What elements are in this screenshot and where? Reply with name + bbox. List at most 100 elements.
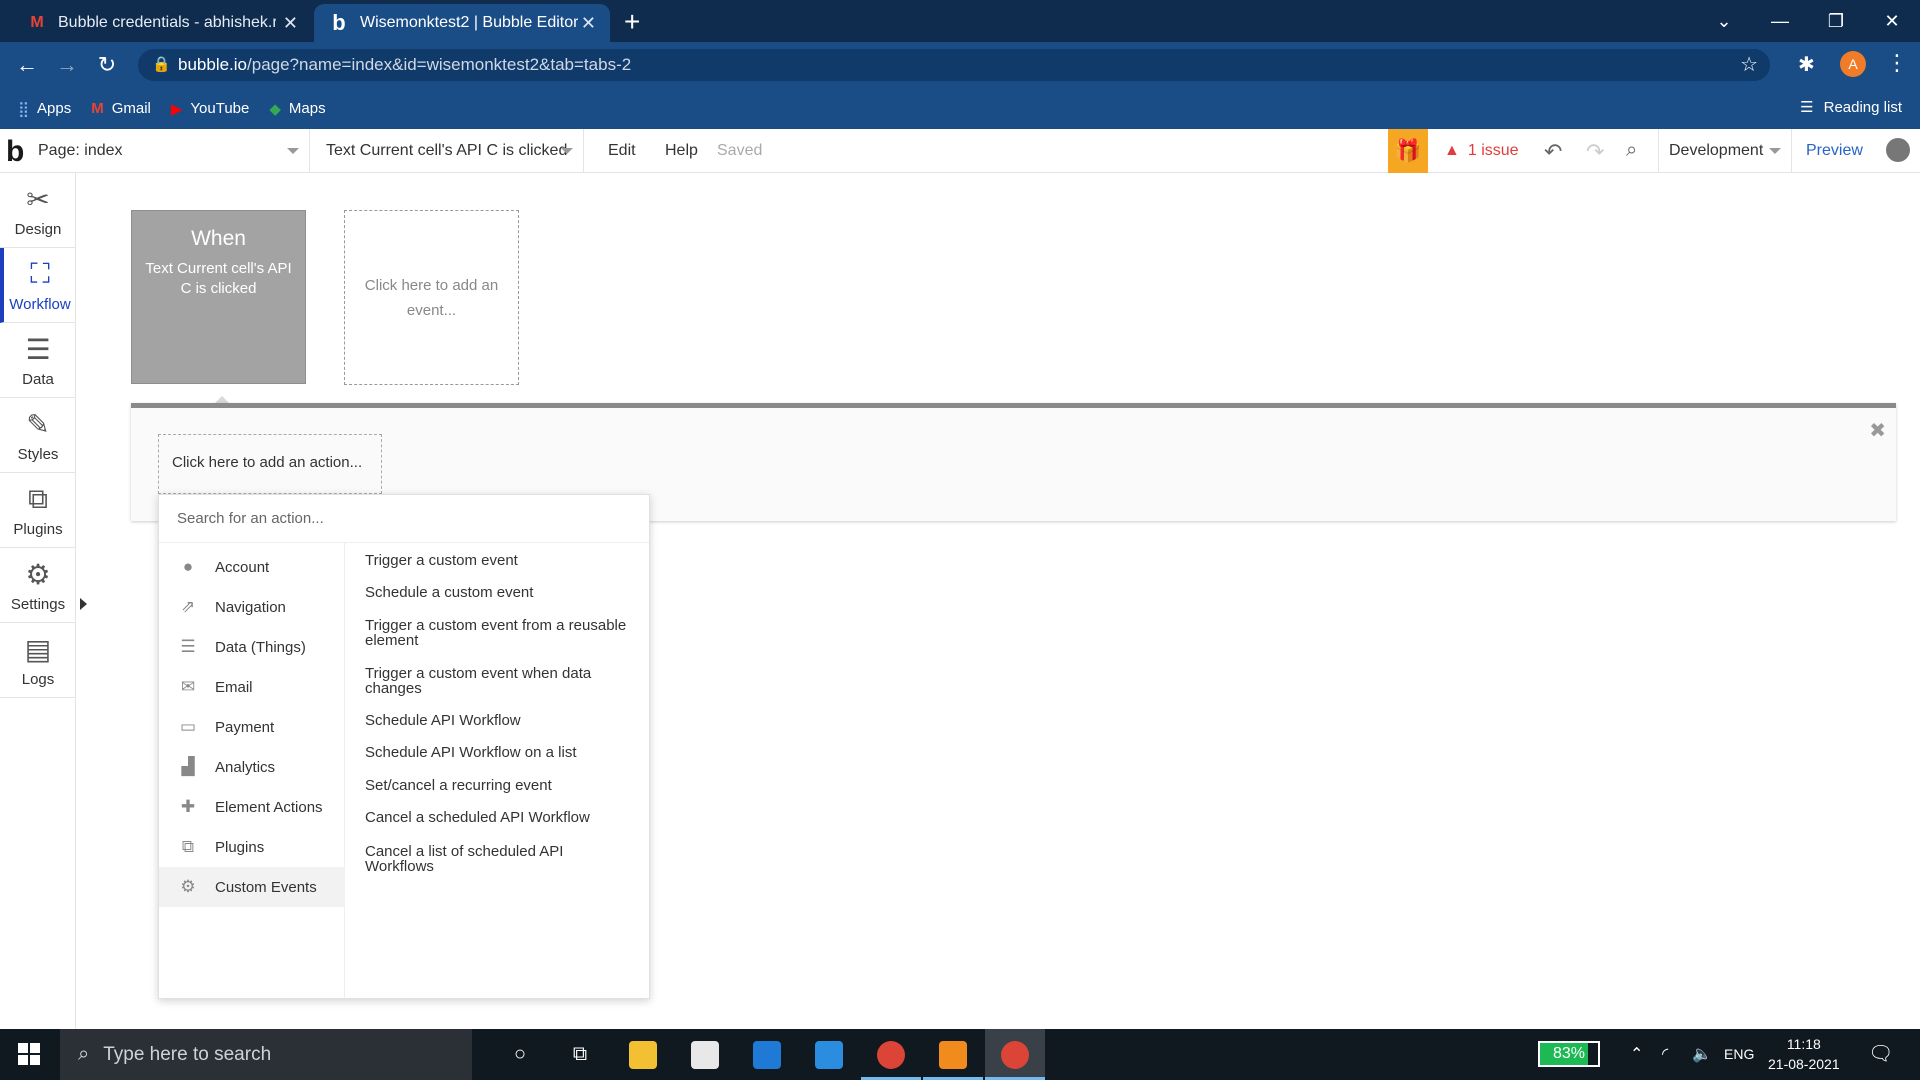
address-bar[interactable]: 🔒 bubble.io/page?name=index&id=wisemonkt… — [138, 49, 1770, 81]
menu-help[interactable]: Help — [665, 142, 698, 160]
action-item[interactable]: Trigger a custom event when data changes — [365, 666, 635, 696]
sublime-app[interactable] — [923, 1029, 983, 1080]
action-item[interactable]: Trigger a custom event — [365, 553, 635, 568]
close-icon[interactable]: ✕ — [581, 13, 596, 34]
sidebar-item-settings[interactable]: ⚙ Settings — [0, 548, 76, 623]
plugins-icon: ⧉ — [181, 837, 195, 856]
sidebar-item-logs[interactable]: ▤ Logs — [0, 623, 76, 698]
bookmark-maps[interactable]: ◆ Maps — [269, 100, 325, 118]
event-card[interactable]: When Text Current cell's API C is clicke… — [131, 210, 306, 384]
redo-icon[interactable]: ↷ — [1586, 139, 1604, 165]
event-selector[interactable]: Text Current cell's API C is clicked — [316, 129, 584, 173]
profile-avatar[interactable]: A — [1840, 51, 1866, 77]
bookmark-star-icon[interactable]: ☆ — [1740, 52, 1758, 77]
close-icon[interactable]: ✖ — [1869, 418, 1886, 443]
action-item[interactable]: Trigger a custom event from a reusable e… — [365, 618, 635, 648]
search-icon: ⌕ — [78, 1043, 90, 1065]
category-plugins[interactable]: ⧉ Plugins — [159, 827, 345, 867]
undo-icon[interactable]: ↶ — [1544, 139, 1562, 165]
tab-bubble-editor[interactable]: b Wisemonktest2 | Bubble Editor ✕ — [314, 4, 610, 42]
minimize-icon[interactable]: — — [1752, 11, 1808, 32]
category-label: Account — [215, 558, 270, 576]
tab-gmail[interactable]: M Bubble credentials - abhishek.ran ✕ — [12, 4, 312, 42]
cortana-icon[interactable]: ○ — [505, 1039, 535, 1069]
menu-edit[interactable]: Edit — [608, 142, 636, 160]
forward-icon[interactable]: → — [52, 50, 82, 80]
sidebar-item-label: Workflow — [9, 296, 71, 313]
preview-link[interactable]: Preview — [1806, 142, 1863, 160]
close-icon[interactable]: ✕ — [283, 13, 298, 34]
tab-search-icon[interactable]: ⌄ — [1696, 11, 1752, 32]
l-app[interactable] — [799, 1029, 859, 1080]
file-explorer-app[interactable] — [613, 1029, 673, 1080]
search-icon[interactable]: ⌕ — [1626, 139, 1637, 162]
category-payment[interactable]: ▭ Payment — [159, 707, 345, 747]
taskbar-search-placeholder: Type here to search — [103, 1043, 272, 1065]
add-event-placeholder[interactable]: Click here to add an event... — [344, 210, 519, 385]
category-analytics[interactable]: ▟ Analytics — [159, 747, 345, 787]
sidebar-item-workflow[interactable]: ⛶ Workflow — [0, 248, 76, 323]
page-selector[interactable]: Page: index — [38, 129, 310, 173]
task-view-icon[interactable]: ⧉ — [565, 1039, 595, 1069]
taskbar-search[interactable]: ⌕ Type here to search — [60, 1029, 472, 1080]
action-item[interactable]: Schedule API Workflow on a list — [365, 745, 635, 760]
issues-indicator[interactable]: ▲ 1 issue — [1444, 142, 1519, 160]
chrome-app[interactable] — [861, 1029, 921, 1080]
category-data[interactable]: ☰ Data (Things) — [159, 627, 345, 667]
windows-start-icon[interactable] — [18, 1043, 40, 1065]
category-custom-events[interactable]: ⚙ Custom Events — [159, 867, 345, 907]
taskbar-clock[interactable]: 11:18 21-08-2021 — [1768, 1034, 1840, 1074]
chevron-down-icon — [561, 148, 573, 154]
sidebar-item-plugins[interactable]: ⧉ Plugins — [0, 473, 76, 548]
action-item[interactable]: Cancel a list of scheduled API Workflows — [365, 844, 635, 874]
sidebar-item-design[interactable]: ✂ Design — [0, 173, 76, 248]
sublime-icon — [939, 1041, 967, 1069]
action-item[interactable]: Set/cancel a recurring event — [365, 778, 635, 793]
reload-icon[interactable]: ↻ — [92, 50, 122, 80]
mail-app[interactable] — [737, 1029, 797, 1080]
editor-sidebar: ✂ Design ⛶ Workflow ☰ Data ✎ Styles ⧉ Pl… — [0, 173, 87, 1029]
reading-list-button[interactable]: ☰ Reading list — [1800, 98, 1902, 117]
add-action-button[interactable]: Click here to add an action... — [158, 434, 382, 494]
bookmark-youtube[interactable]: ▶ YouTube — [171, 100, 250, 118]
account-icon[interactable] — [1886, 138, 1910, 162]
bubble-logo-icon[interactable]: b — [6, 135, 24, 169]
chevron-up-icon[interactable]: ⌃ — [1630, 1044, 1643, 1064]
chrome-menu-icon[interactable]: ⋮ — [1886, 50, 1908, 76]
action-item[interactable]: Schedule a custom event — [365, 585, 635, 600]
chrome-profile-app[interactable] — [985, 1029, 1045, 1080]
sidebar-item-label: Logs — [21, 671, 55, 688]
warning-icon: ▲ — [1444, 142, 1460, 159]
sidebar-item-styles[interactable]: ✎ Styles — [0, 398, 76, 473]
language-indicator[interactable]: ENG — [1724, 1046, 1754, 1062]
category-label: Plugins — [215, 838, 265, 856]
extensions-icon[interactable]: ✱ — [1798, 52, 1815, 77]
sidebar-expand-arrow-icon[interactable] — [80, 598, 87, 610]
category-element-actions[interactable]: ✚ Element Actions — [159, 787, 345, 827]
category-email[interactable]: ✉ Email — [159, 667, 345, 707]
chrome-icon — [1001, 1041, 1029, 1069]
new-tab-button[interactable]: + — [624, 6, 640, 38]
category-account[interactable]: ● Account — [159, 547, 345, 587]
action-picker: ● Account ⇗ Navigation ☰ Data (Things) ✉… — [158, 494, 650, 999]
browser-tab-strip: M Bubble credentials - abhishek.ran ✕ b … — [0, 0, 1920, 42]
store-app[interactable] — [675, 1029, 735, 1080]
gift-icon[interactable]: 🎁 — [1388, 129, 1428, 173]
action-item[interactable]: Cancel a scheduled API Workflow — [365, 810, 635, 825]
action-item[interactable]: Schedule API Workflow — [365, 713, 635, 728]
sidebar-item-data[interactable]: ☰ Data — [0, 323, 76, 398]
volume-icon[interactable]: 🔈 — [1692, 1044, 1712, 1064]
wifi-icon[interactable]: ◜ — [1662, 1044, 1668, 1064]
reading-list-label: Reading list — [1823, 98, 1902, 116]
bookmark-apps[interactable]: ⣿ Apps — [18, 100, 71, 118]
category-label: Analytics — [215, 758, 276, 776]
environment-selector[interactable]: Development — [1658, 129, 1792, 173]
notifications-icon[interactable]: 🗨 — [1868, 1041, 1893, 1066]
battery-indicator[interactable]: 83% — [1538, 1041, 1600, 1067]
action-search-input[interactable] — [159, 495, 649, 543]
category-navigation[interactable]: ⇗ Navigation — [159, 587, 345, 627]
back-icon[interactable]: ← — [12, 50, 42, 80]
bookmark-gmail[interactable]: M Gmail — [91, 100, 151, 117]
close-window-icon[interactable]: ✕ — [1864, 11, 1920, 32]
restore-icon[interactable]: ❐ — [1808, 11, 1864, 32]
